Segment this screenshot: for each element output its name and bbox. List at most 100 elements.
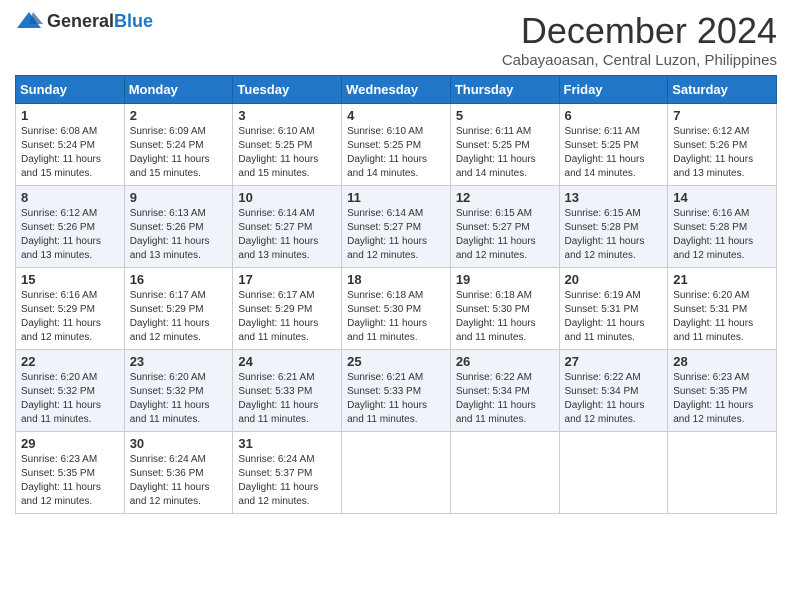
day-info: Sunrise: 6:10 AMSunset: 5:25 PMDaylight:… [238, 125, 336, 181]
day-info: Sunrise: 6:20 AMSunset: 5:32 PMDaylight:… [21, 371, 119, 427]
day-number: 16 [130, 272, 228, 287]
day-number: 9 [130, 190, 228, 205]
day-number: 15 [21, 272, 119, 287]
day-info: Sunrise: 6:23 AMSunset: 5:35 PMDaylight:… [21, 453, 119, 509]
calendar-cell: 26 Sunrise: 6:22 AMSunset: 5:34 PMDayligh… [450, 350, 559, 432]
day-number: 14 [673, 190, 771, 205]
day-number: 4 [347, 108, 445, 123]
day-number: 7 [673, 108, 771, 123]
day-number: 6 [565, 108, 663, 123]
location-title: Cabayaoasan, Central Luzon, Philippines [502, 52, 777, 69]
day-number: 5 [456, 108, 554, 123]
calendar-cell [342, 432, 451, 514]
calendar-week-1: 1 Sunrise: 6:08 AMSunset: 5:24 PMDaylight… [16, 104, 777, 186]
calendar-cell: 17Sunrise: 6:17 AMSunset: 5:29 PMDayligh… [233, 268, 342, 350]
calendar-cell: 12 Sunrise: 6:15 AMSunset: 5:27 PMDayligh… [450, 186, 559, 268]
calendar-cell: 28 Sunrise: 6:23 AMSunset: 5:35 PMDayligh… [668, 350, 777, 432]
weekday-header-monday: Monday [124, 76, 233, 104]
page-header: GeneralBlue December 2024 Cabayaoasan, C… [15, 10, 777, 69]
calendar-cell: 30 Sunrise: 6:24 AMSunset: 5:36 PMDayligh… [124, 432, 233, 514]
day-number: 1 [21, 108, 119, 123]
day-info: Sunrise: 6:11 AMSunset: 5:25 PMDaylight:… [456, 125, 554, 181]
logo-general: General [47, 11, 114, 31]
calendar-cell: 25 Sunrise: 6:21 AMSunset: 5:33 PMDayligh… [342, 350, 451, 432]
day-info: Sunrise: 6:18 AMSunset: 5:30 PMDaylight:… [456, 289, 554, 345]
day-info: Sunrise: 6:22 AMSunset: 5:34 PMDaylight:… [456, 371, 554, 427]
day-info: Sunrise: 6:17 AMSunset: 5:29 PMDaylight:… [130, 289, 228, 345]
day-info: Sunrise: 6:15 AMSunset: 5:27 PMDaylight:… [456, 207, 554, 263]
calendar-cell: 6 Sunrise: 6:11 AMSunset: 5:25 PMDaylight… [559, 104, 668, 186]
calendar-cell: 19 Sunrise: 6:18 AMSunset: 5:30 PMDayligh… [450, 268, 559, 350]
day-number: 24 [238, 354, 336, 369]
month-title: December 2024 [502, 10, 777, 52]
calendar-week-4: 22 Sunrise: 6:20 AMSunset: 5:32 PMDayligh… [16, 350, 777, 432]
calendar-week-3: 15 Sunrise: 6:16 AMSunset: 5:29 PMDayligh… [16, 268, 777, 350]
logo-blue: Blue [114, 11, 153, 31]
day-info: Sunrise: 6:11 AMSunset: 5:25 PMDaylight:… [565, 125, 663, 181]
day-number: 25 [347, 354, 445, 369]
calendar-week-5: 29 Sunrise: 6:23 AMSunset: 5:35 PMDayligh… [16, 432, 777, 514]
day-info: Sunrise: 6:16 AMSunset: 5:28 PMDaylight:… [673, 207, 771, 263]
day-info: Sunrise: 6:12 AMSunset: 5:26 PMDaylight:… [21, 207, 119, 263]
calendar-cell: 20 Sunrise: 6:19 AMSunset: 5:31 PMDayligh… [559, 268, 668, 350]
calendar-cell: 24Sunrise: 6:21 AMSunset: 5:33 PMDayligh… [233, 350, 342, 432]
day-number: 26 [456, 354, 554, 369]
calendar-cell: 8 Sunrise: 6:12 AMSunset: 5:26 PMDaylight… [16, 186, 125, 268]
calendar-cell: 10 Sunrise: 6:14 AMSunset: 5:27 PMDayligh… [233, 186, 342, 268]
calendar-table: SundayMondayTuesdayWednesdayThursdayFrid… [15, 75, 777, 514]
day-info: Sunrise: 6:18 AMSunset: 5:30 PMDaylight:… [347, 289, 445, 345]
day-info: Sunrise: 6:22 AMSunset: 5:34 PMDaylight:… [565, 371, 663, 427]
day-number: 22 [21, 354, 119, 369]
day-number: 13 [565, 190, 663, 205]
weekday-header-tuesday: Tuesday [233, 76, 342, 104]
calendar-cell: 29 Sunrise: 6:23 AMSunset: 5:35 PMDayligh… [16, 432, 125, 514]
day-number: 12 [456, 190, 554, 205]
day-info: Sunrise: 6:24 AMSunset: 5:36 PMDaylight:… [130, 453, 228, 509]
day-number: 8 [21, 190, 119, 205]
day-info: Sunrise: 6:23 AMSunset: 5:35 PMDaylight:… [673, 371, 771, 427]
calendar-week-2: 8 Sunrise: 6:12 AMSunset: 5:26 PMDaylight… [16, 186, 777, 268]
calendar-cell: 4 Sunrise: 6:10 AMSunset: 5:25 PMDaylight… [342, 104, 451, 186]
day-number: 23 [130, 354, 228, 369]
day-info: Sunrise: 6:10 AMSunset: 5:25 PMDaylight:… [347, 125, 445, 181]
day-number: 27 [565, 354, 663, 369]
day-info: Sunrise: 6:14 AMSunset: 5:27 PMDaylight:… [238, 207, 336, 263]
logo-icon [15, 10, 43, 32]
calendar-cell: 31 Sunrise: 6:24 AMSunset: 5:37 PMDayligh… [233, 432, 342, 514]
calendar-cell [450, 432, 559, 514]
day-number: 28 [673, 354, 771, 369]
calendar-cell: 1 Sunrise: 6:08 AMSunset: 5:24 PMDaylight… [16, 104, 125, 186]
day-number: 11 [347, 190, 445, 205]
day-number: 18 [347, 272, 445, 287]
day-number: 20 [565, 272, 663, 287]
day-number: 30 [130, 436, 228, 451]
calendar-cell: 7 Sunrise: 6:12 AMSunset: 5:26 PMDaylight… [668, 104, 777, 186]
day-number: 10 [238, 190, 336, 205]
calendar-cell [559, 432, 668, 514]
day-info: Sunrise: 6:20 AMSunset: 5:32 PMDaylight:… [130, 371, 228, 427]
calendar-cell: 13 Sunrise: 6:15 AMSunset: 5:28 PMDayligh… [559, 186, 668, 268]
day-info: Sunrise: 6:16 AMSunset: 5:29 PMDaylight:… [21, 289, 119, 345]
calendar-cell: 27 Sunrise: 6:22 AMSunset: 5:34 PMDayligh… [559, 350, 668, 432]
day-info: Sunrise: 6:19 AMSunset: 5:31 PMDaylight:… [565, 289, 663, 345]
calendar-cell: 3Sunrise: 6:10 AMSunset: 5:25 PMDaylight… [233, 104, 342, 186]
calendar-cell [668, 432, 777, 514]
weekday-header-sunday: Sunday [16, 76, 125, 104]
day-info: Sunrise: 6:12 AMSunset: 5:26 PMDaylight:… [673, 125, 771, 181]
day-number: 29 [21, 436, 119, 451]
day-info: Sunrise: 6:15 AMSunset: 5:28 PMDaylight:… [565, 207, 663, 263]
calendar-cell: 9Sunrise: 6:13 AMSunset: 5:26 PMDaylight… [124, 186, 233, 268]
day-info: Sunrise: 6:24 AMSunset: 5:37 PMDaylight:… [238, 453, 336, 509]
calendar-cell: 2Sunrise: 6:09 AMSunset: 5:24 PMDaylight… [124, 104, 233, 186]
logo: GeneralBlue [15, 10, 153, 32]
day-number: 19 [456, 272, 554, 287]
calendar-cell: 11Sunrise: 6:14 AMSunset: 5:27 PMDayligh… [342, 186, 451, 268]
day-info: Sunrise: 6:08 AMSunset: 5:24 PMDaylight:… [21, 125, 119, 181]
weekday-header-saturday: Saturday [668, 76, 777, 104]
title-block: December 2024 Cabayaoasan, Central Luzon… [502, 10, 777, 69]
day-number: 31 [238, 436, 336, 451]
day-info: Sunrise: 6:17 AMSunset: 5:29 PMDaylight:… [238, 289, 336, 345]
day-info: Sunrise: 6:21 AMSunset: 5:33 PMDaylight:… [347, 371, 445, 427]
day-info: Sunrise: 6:09 AMSunset: 5:24 PMDaylight:… [130, 125, 228, 181]
calendar-cell: 22 Sunrise: 6:20 AMSunset: 5:32 PMDayligh… [16, 350, 125, 432]
